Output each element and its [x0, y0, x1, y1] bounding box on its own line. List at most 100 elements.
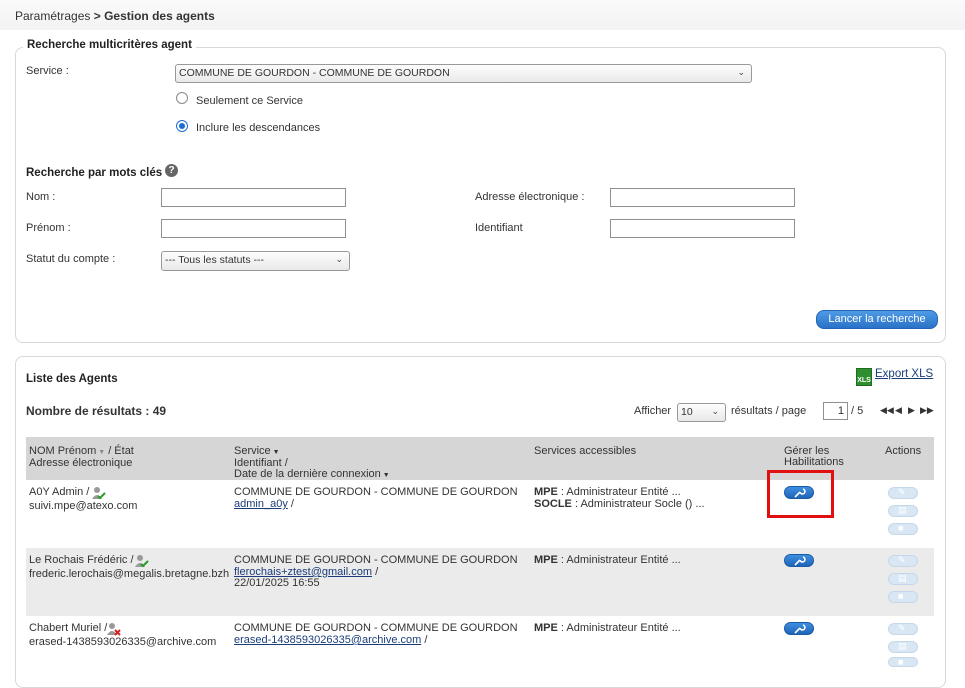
statut-select[interactable]: --- Tous les statuts --- ⌄: [161, 251, 350, 271]
agent-access-1: MPE : Administrateur Entité ...: [534, 486, 681, 498]
identifiant-label: Identifiant: [475, 222, 523, 234]
agent-identifiant-suffix: /: [375, 566, 379, 578]
trash-icon: ■: [898, 657, 904, 667]
access-value: : Administrateur Entité ...: [560, 622, 681, 634]
edit-button[interactable]: ✎: [888, 623, 918, 635]
prenom-input[interactable]: [161, 219, 346, 238]
help-icon[interactable]: ?: [165, 164, 178, 177]
sort-icon[interactable]: ▼: [381, 472, 390, 479]
next-page-icon[interactable]: ▶: [908, 405, 915, 416]
agent-identifiant-line: erased-1438593026335@archive.com /: [234, 634, 427, 646]
excel-icon[interactable]: XLS: [856, 368, 872, 386]
per-page-suffix: résultats / page: [731, 405, 807, 417]
agent-identifiant-line: admin_a0y /: [234, 498, 294, 510]
search-button[interactable]: Lancer la recherche: [816, 310, 938, 329]
nom-label: Nom :: [26, 191, 56, 203]
radio-include-descendants[interactable]: [176, 120, 188, 132]
agent-identifiant-suffix: /: [290, 498, 294, 510]
manage-habilitations-button[interactable]: [784, 622, 814, 635]
trash-icon: ■: [898, 523, 904, 533]
last-page-icon[interactable]: ▶▶: [920, 405, 934, 416]
per-page-value: 10: [681, 406, 693, 418]
delete-button[interactable]: ■: [888, 591, 918, 603]
col-nom-header[interactable]: NOM Prénom ▼ / État Adresse électronique: [29, 446, 134, 469]
email-label: Adresse électronique :: [475, 191, 585, 203]
radio-only-service-label[interactable]: Seulement ce Service: [196, 95, 303, 107]
email-input[interactable]: [610, 188, 795, 207]
access-value: : Administrateur Entité ...: [560, 554, 681, 566]
chevron-down-icon: ⌄: [711, 406, 719, 416]
access-value: : Administrateur Socle () ...: [574, 498, 705, 510]
user-active-icon: [92, 486, 106, 500]
agent-service: COMMUNE DE GOURDON - COMMUNE DE GOURDON: [234, 486, 518, 498]
breadcrumb-parent[interactable]: Paramétrages: [15, 9, 90, 23]
wrench-icon: [794, 624, 806, 634]
agent-email: frederic.lerochais@megalis.bretagne.bzh: [29, 568, 230, 580]
pencil-icon: ✎: [898, 487, 906, 497]
radio-include-descendants-label[interactable]: Inclure les descendances: [196, 122, 320, 134]
col-email-label: Adresse électronique: [29, 457, 133, 469]
access-key: MPE: [534, 622, 558, 634]
details-button[interactable]: ▤: [888, 641, 918, 653]
agent-service: COMMUNE DE GOURDON - COMMUNE DE GOURDON: [234, 554, 518, 566]
user-active-icon: [135, 554, 149, 568]
radio-only-service[interactable]: [176, 92, 188, 104]
wrench-icon: [794, 556, 806, 566]
prev-page-icon[interactable]: ◀: [895, 405, 902, 416]
service-label: Service :: [26, 65, 69, 77]
agent-last-login: 22/01/2025 16:55: [234, 577, 320, 589]
sort-icon[interactable]: ▼: [271, 449, 280, 456]
agent-identifiant-link[interactable]: erased-1438593026335@archive.com: [234, 634, 421, 646]
agent-access-1: MPE : Administrateur Entité ...: [534, 554, 681, 566]
breadcrumb-current: Gestion des agents: [104, 9, 215, 23]
book-icon: ▤: [898, 573, 907, 583]
delete-button[interactable]: ■: [888, 523, 918, 535]
nom-input[interactable]: [161, 188, 346, 207]
breadcrumb-separator: >: [93, 9, 101, 23]
edit-button[interactable]: ✎: [888, 555, 918, 567]
agent-name: Le Rochais Frédéric /: [29, 554, 134, 566]
col-nom-label: NOM Prénom: [29, 445, 97, 457]
col-service-label: Service: [234, 445, 271, 457]
keywords-title: Recherche par mots clés: [26, 167, 163, 179]
pencil-icon: ✎: [898, 555, 906, 565]
agent-name: Chabert Muriel /: [29, 622, 108, 634]
agent-email: suivi.mpe@atexo.com: [29, 500, 138, 512]
per-page-select[interactable]: 10 ⌄: [677, 403, 726, 422]
col-actions-header: Actions: [885, 445, 922, 457]
export-xls-link[interactable]: Export XLS: [875, 368, 933, 380]
user-deleted-icon: [107, 622, 121, 636]
book-icon: ▤: [898, 505, 907, 515]
access-key: MPE: [534, 486, 558, 498]
manage-habilitations-button[interactable]: [784, 554, 814, 567]
agents-panel-title: Liste des Agents: [26, 373, 118, 385]
identifiant-input[interactable]: [610, 219, 795, 238]
page-number-input[interactable]: 1: [823, 402, 848, 420]
access-value: : Administrateur Entité ...: [560, 486, 681, 498]
chevron-down-icon: ⌄: [335, 254, 343, 264]
edit-button[interactable]: ✎: [888, 487, 918, 499]
agent-access-1: MPE : Administrateur Entité ...: [534, 622, 681, 634]
agent-identifiant-suffix: /: [424, 634, 428, 646]
page-total: / 5: [851, 405, 864, 417]
service-select[interactable]: COMMUNE DE GOURDON - COMMUNE DE GOURDON …: [175, 64, 752, 83]
col-service-header[interactable]: Service ▼ Identifiant / Date de la derni…: [234, 446, 390, 481]
col-etat-label: / État: [108, 445, 134, 457]
agent-email: erased-1438593026335@archive.com: [29, 636, 217, 648]
delete-button[interactable]: ■: [888, 657, 918, 667]
first-page-icon[interactable]: ◀◀: [880, 405, 894, 416]
details-button[interactable]: ▤: [888, 505, 918, 517]
details-button[interactable]: ▤: [888, 573, 918, 585]
chevron-down-icon: ⌄: [737, 67, 745, 77]
agent-name: A0Y Admin /: [29, 486, 90, 498]
col-habilitations-header: Gérer les Habilitations: [784, 446, 844, 468]
trash-icon: ■: [898, 591, 904, 601]
col-habilitations-line2: Habilitations: [784, 456, 844, 468]
sort-icon[interactable]: ▼: [96, 449, 105, 456]
agent-identifiant-link[interactable]: admin_a0y: [234, 498, 288, 510]
col-last-login-label: Date de la dernière connexion: [234, 468, 381, 480]
agent-access-2: SOCLE : Administrateur Socle () ...: [534, 498, 705, 510]
pencil-icon: ✎: [898, 623, 906, 633]
agent-service: COMMUNE DE GOURDON - COMMUNE DE GOURDON: [234, 622, 518, 634]
service-select-value: COMMUNE DE GOURDON - COMMUNE DE GOURDON: [179, 67, 450, 79]
